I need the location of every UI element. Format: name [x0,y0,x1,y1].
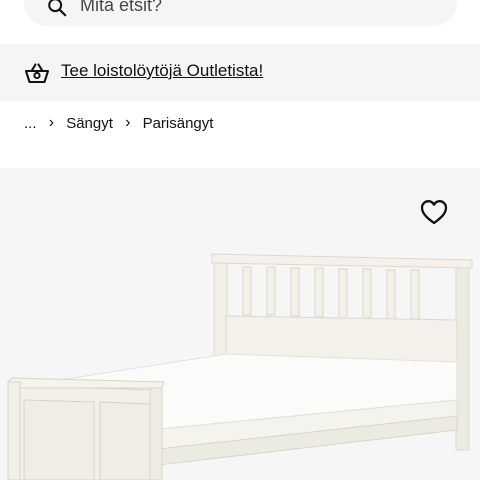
breadcrumb: ... › Sängyt › Parisängyt [24,114,213,136]
product-image-area [0,168,480,480]
search-bar[interactable] [24,0,457,26]
breadcrumb-item-sangyt[interactable]: Sängyt [66,115,113,132]
heart-icon[interactable] [419,198,449,226]
search-header [0,0,480,44]
breadcrumb-item-parisangyt[interactable]: Parisängyt [143,115,214,132]
chevron-right-icon: › [48,114,55,132]
chevron-right-icon: › [125,114,131,132]
basket-icon [24,63,50,84]
product-image[interactable] [0,168,480,480]
breadcrumb-ellipsis[interactable]: ... [24,115,37,132]
outlet-promo-link[interactable]: Tee loistolöytöjä Outletista! [61,61,263,81]
search-icon [48,0,67,17]
search-input[interactable] [80,0,420,20]
promo-banner: Tee loistolöytöjä Outletista! [0,44,480,101]
